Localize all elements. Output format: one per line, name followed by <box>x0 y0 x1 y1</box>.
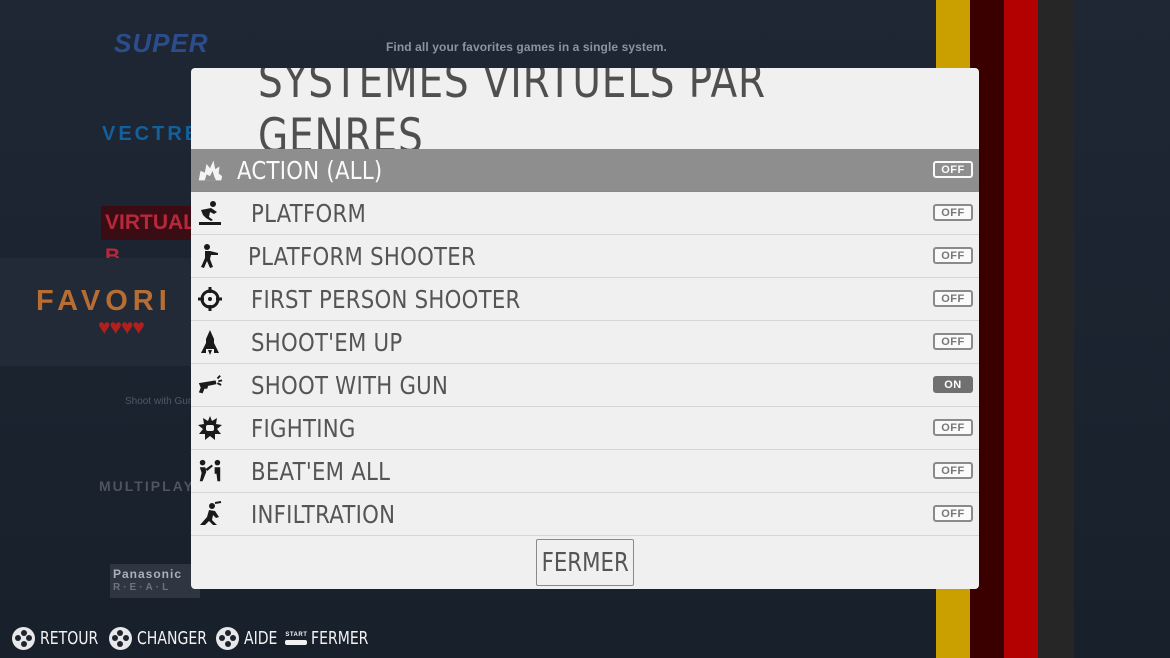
genre-toggle[interactable]: OFF <box>933 161 973 178</box>
real-text: R·E·A·L <box>113 582 172 593</box>
revolver-icon <box>197 372 223 398</box>
genre-label: FIGHTING <box>251 413 356 443</box>
shoot-with-gun-logo: Shoot with Gun <box>125 396 194 407</box>
help-item-back: RETOUR <box>12 626 115 650</box>
genre-toggle[interactable]: OFF <box>933 247 973 264</box>
genre-toggle[interactable]: ON <box>933 376 973 393</box>
close-button[interactable]: FERMER <box>536 539 634 586</box>
genre-row-shoot-with-gun[interactable]: SHOOT WITH GUN ON <box>191 364 979 407</box>
panasonic-real-logo: Panasonic R·E·A·L <box>110 564 200 598</box>
close-button-label: FERMER <box>541 547 629 578</box>
help-label-back: RETOUR <box>40 627 99 649</box>
genre-row-platform[interactable]: PLATFORM OFF <box>191 192 979 235</box>
virtual-boy-logo: VIRTUAL B <box>101 206 196 268</box>
genre-row-infiltration[interactable]: INFILTRATION OFF <box>191 493 979 536</box>
color-stripe-dark <box>1038 0 1074 658</box>
genre-label: SHOOT'EM UP <box>251 327 403 357</box>
platform-jump-icon <box>197 200 223 226</box>
kick-fighter-icon <box>197 458 223 484</box>
genre-toggle[interactable]: OFF <box>933 290 973 307</box>
genre-toggle[interactable]: OFF <box>933 462 973 479</box>
background-tagline: Find all your favorites games in a singl… <box>386 40 667 54</box>
genre-row-fighting[interactable]: FIGHTING OFF <box>191 407 979 450</box>
genre-row-action-all[interactable]: ACTION (ALL) OFF <box>191 149 979 192</box>
help-item-close: START FERMER <box>285 628 385 649</box>
favorites-logo: FAVORI <box>36 285 172 317</box>
genre-toggle[interactable]: OFF <box>933 419 973 436</box>
genre-toggle[interactable]: OFF <box>933 333 973 350</box>
super-logo: SUPER <box>114 28 209 58</box>
genre-label: BEAT'EM ALL <box>251 456 391 486</box>
panasonic-text: Panasonic <box>113 567 183 581</box>
genre-row-beatem-all[interactable]: BEAT'EM ALL OFF <box>191 450 979 493</box>
genre-toggle[interactable]: OFF <box>933 505 973 522</box>
spaceship-icon <box>197 329 223 355</box>
gamepad-buttons-icon <box>12 626 35 650</box>
help-item-change: CHANGER <box>108 626 227 650</box>
gamepad-buttons-icon <box>216 626 240 650</box>
explosion-icon <box>197 157 223 183</box>
help-bar: RETOUR CHANGER AIDE START FERMER <box>12 626 393 650</box>
crosshair-icon <box>197 286 223 312</box>
multiplayer-logo: MULTIPLAY <box>99 478 195 494</box>
genre-label: PLATFORM <box>251 198 367 228</box>
help-label-close: FERMER <box>311 627 369 649</box>
dialog-title: SYSTÈMES VIRTUELS PAR GENRES <box>257 68 766 164</box>
dialog-footer: FERMER <box>191 538 979 586</box>
color-stripe-red <box>1004 0 1038 658</box>
sneaking-ninja-icon <box>197 501 223 527</box>
hearts-icon: ♥♥♥♥ <box>98 316 145 339</box>
running-shooter-icon <box>197 243 223 269</box>
genre-row-platform-shooter[interactable]: PLATFORM SHOOTER OFF <box>191 235 979 278</box>
genre-list: ACTION (ALL) OFF PLATFORM OFF PLATFORM S… <box>191 149 979 536</box>
genre-label: SHOOT WITH GUN <box>251 370 449 400</box>
gamepad-buttons-icon <box>108 626 132 650</box>
genre-row-first-person-shooter[interactable]: FIRST PERSON SHOOTER OFF <box>191 278 979 321</box>
help-label-help: AIDE <box>244 627 278 649</box>
genre-label: INFILTRATION <box>251 499 396 529</box>
start-badge-text: START <box>285 631 308 638</box>
genre-label: PLATFORM SHOOTER <box>248 241 476 271</box>
start-button-icon: START <box>285 631 308 645</box>
genre-label: ACTION (ALL) <box>237 155 383 185</box>
help-label-change: CHANGER <box>136 627 207 649</box>
help-item-help: AIDE <box>216 626 287 650</box>
genre-systems-dialog: SYSTÈMES VIRTUELS PAR GENRES ACTION (ALL… <box>191 68 979 589</box>
punch-burst-icon <box>197 415 223 441</box>
genre-toggle[interactable]: OFF <box>933 204 973 221</box>
genre-row-shootem-up[interactable]: SHOOT'EM UP OFF <box>191 321 979 364</box>
genre-label: FIRST PERSON SHOOTER <box>251 284 521 314</box>
